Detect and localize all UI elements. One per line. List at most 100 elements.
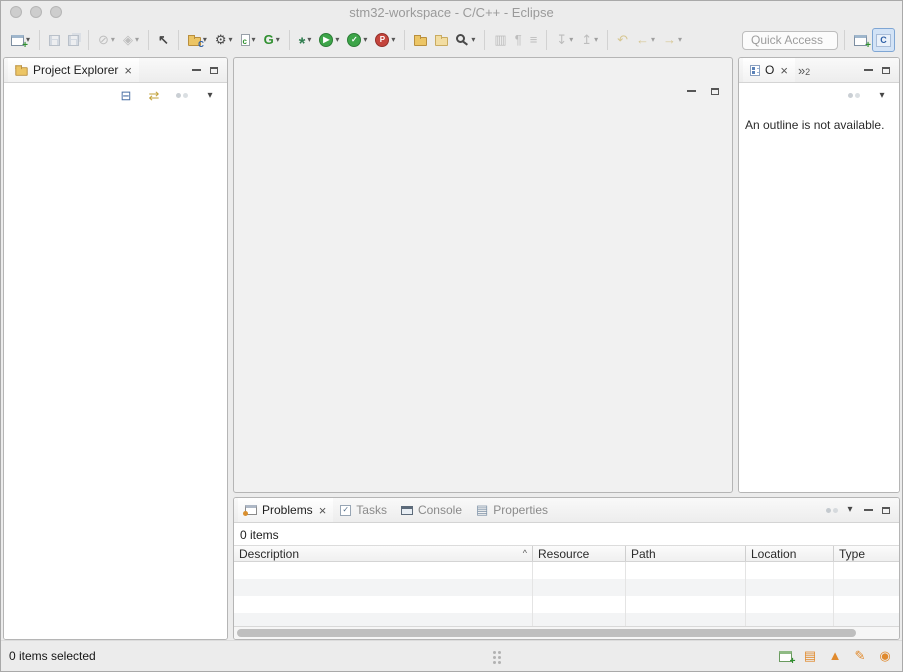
tab-tasks[interactable]: ✓ Tasks [333, 498, 394, 522]
open-resource-icon [435, 37, 448, 46]
focus-task-icon [176, 92, 189, 99]
link-with-editor-button[interactable]: ⇄ [145, 87, 163, 105]
open-task-button[interactable] [411, 28, 430, 52]
tab-outline[interactable]: O × [743, 58, 795, 82]
project-explorer-tree[interactable] [4, 108, 227, 639]
dropdown-arrow-icon: ▾ [471, 36, 475, 44]
search-button[interactable]: ▾ [453, 28, 478, 52]
forward-history-button[interactable]: → ▾ [660, 28, 685, 52]
tab-project-explorer[interactable]: Project Explorer × [8, 58, 139, 82]
column-header-location[interactable]: Location [746, 546, 834, 561]
dropdown-arrow-icon: ▾ [252, 36, 256, 44]
focus-task-button[interactable] [845, 87, 863, 105]
dropdown-arrow-icon: ▾ [276, 36, 280, 44]
cpp-perspective-button[interactable]: C [872, 28, 895, 52]
profile-button[interactable]: P ▾ [372, 28, 398, 52]
project-explorer-tabbar: Project Explorer × [4, 58, 227, 83]
maximize-view-button[interactable] [877, 61, 895, 79]
samples-button[interactable]: ✎ [851, 647, 869, 665]
minimize-view-button[interactable] [859, 501, 877, 519]
open-perspective-button[interactable] [851, 28, 870, 52]
build-button[interactable]: ⚙ ▾ [212, 28, 236, 52]
view-menu-button[interactable]: ▾ [873, 87, 891, 105]
overview-button[interactable]: ▤ [801, 647, 819, 665]
tab-console[interactable]: Console [394, 498, 469, 522]
close-tab-icon[interactable]: × [124, 64, 132, 77]
generate-button[interactable]: G ▾ [261, 28, 283, 52]
toolbar-separator [484, 30, 485, 50]
column-header-path[interactable]: Path [626, 546, 746, 561]
scrollbar-thumb[interactable] [237, 629, 856, 637]
bottom-tabbar: Problems × ✓ Tasks Console ▤ Properties [234, 498, 899, 523]
column-header-description[interactable]: Description ^ [234, 546, 533, 561]
coverage-button[interactable]: ✓ ▾ [344, 28, 370, 52]
table-row [234, 579, 899, 596]
mark-occurrences-icon: ▥ [494, 33, 506, 47]
previous-annotation-button[interactable]: ↥ ▾ [578, 28, 601, 52]
open-resource-button[interactable] [432, 28, 451, 52]
last-edit-location-icon: ↶ [617, 33, 628, 47]
minimize-editor-button[interactable] [682, 82, 700, 100]
maximize-view-button[interactable] [877, 501, 895, 519]
outline-toolbar: ▾ [739, 83, 899, 108]
status-bar: 0 items selected ▤ ▲ ✎ ◉ [1, 640, 902, 671]
status-bar-icons: ▤ ▲ ✎ ◉ [776, 647, 902, 665]
maximize-icon [711, 88, 719, 95]
new-c-file-button[interactable]: ▾ [238, 28, 259, 52]
minimize-view-button[interactable] [187, 61, 205, 79]
debug-button[interactable]: * ▾ [296, 28, 315, 52]
profile-icon: P [375, 33, 389, 47]
selection-tool-button[interactable]: ↖ [155, 28, 172, 52]
right-column: O × »2 [233, 57, 900, 640]
horizontal-scrollbar[interactable] [234, 626, 899, 639]
maximize-icon [882, 507, 890, 514]
view-menu-button[interactable]: ▾ [201, 87, 219, 105]
new-button[interactable]: ▾ [8, 28, 33, 52]
save-all-button[interactable] [65, 28, 82, 52]
toolbar-separator [844, 30, 845, 50]
drag-handle[interactable] [493, 651, 496, 654]
view-menu-button[interactable]: ▾ [841, 501, 859, 519]
minimize-view-button[interactable] [859, 61, 877, 79]
tab-label: Tasks [356, 504, 387, 516]
next-annotation-button[interactable]: ↧ ▾ [553, 28, 576, 52]
close-tab-icon[interactable]: × [319, 504, 327, 517]
launch-config-button[interactable]: ◈ ▾ [120, 28, 142, 52]
column-header-resource[interactable]: Resource [533, 546, 626, 561]
debug-icon: * [299, 37, 306, 51]
outline-tabbar: O × »2 [739, 58, 899, 83]
save-button[interactable] [46, 28, 63, 52]
skip-breakpoints-button[interactable]: ⊘ ▾ [95, 28, 118, 52]
welcome-button[interactable] [776, 647, 794, 665]
collapse-all-button[interactable]: ⊟ [117, 87, 135, 105]
dropdown-arrow-icon: ▾ [135, 36, 139, 44]
editor-area[interactable] [233, 57, 733, 493]
new-c-project-button[interactable]: ▾ [185, 28, 210, 52]
run-button[interactable]: ▶ ▾ [316, 28, 342, 52]
minimize-icon [864, 69, 873, 71]
quick-access-input[interactable] [742, 31, 838, 50]
tutorials-button[interactable]: ▲ [826, 647, 844, 665]
dropdown-arrow-icon: ▾ [391, 36, 395, 44]
problems-table-body[interactable] [234, 562, 899, 626]
last-edit-location-button[interactable]: ↶ [614, 28, 631, 52]
close-tab-icon[interactable]: × [780, 64, 788, 77]
more-tabs-button[interactable]: »2 [795, 64, 813, 77]
block-selection-button[interactable]: ≡ [527, 28, 541, 52]
show-whitespace-button[interactable]: ¶ [512, 28, 525, 52]
maximize-icon [210, 67, 218, 74]
column-header-type[interactable]: Type [834, 546, 899, 561]
tab-label: Problems [262, 504, 313, 516]
focus-task-button[interactable] [173, 87, 191, 105]
focus-task-icon [848, 92, 861, 99]
mark-occurrences-button[interactable]: ▥ [491, 28, 509, 52]
focus-task-button[interactable] [823, 501, 841, 519]
tab-properties[interactable]: ▤ Properties [469, 498, 555, 522]
tab-problems[interactable]: Problems × [238, 498, 333, 522]
back-icon: ← [636, 33, 649, 47]
table-row [234, 596, 899, 613]
whats-new-button[interactable]: ◉ [876, 647, 894, 665]
maximize-editor-button[interactable] [706, 82, 724, 100]
maximize-view-button[interactable] [205, 61, 223, 79]
back-history-button[interactable]: ← ▾ [633, 28, 658, 52]
